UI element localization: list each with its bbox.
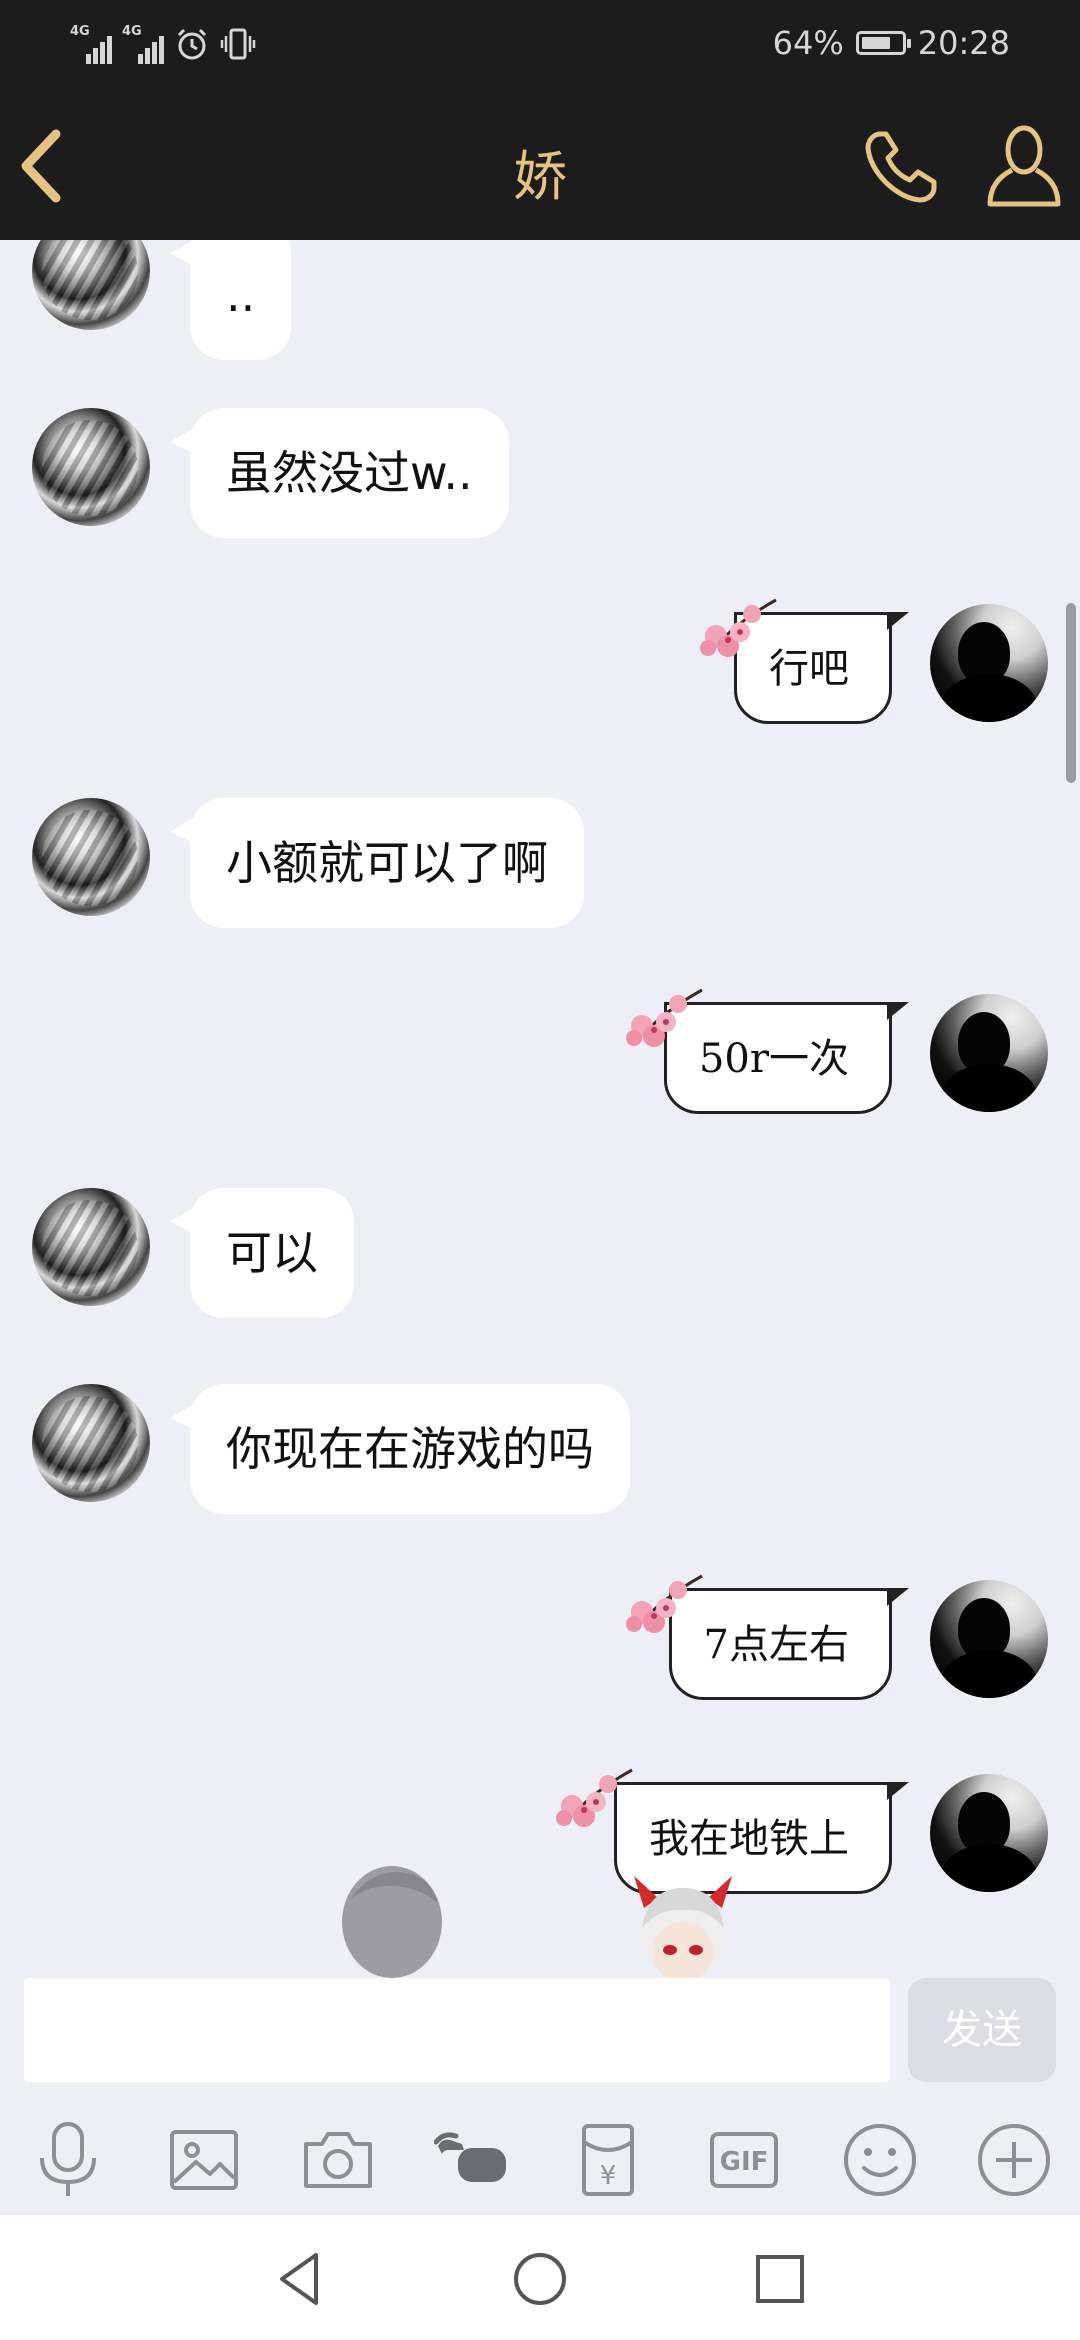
my-avatar[interactable]: [930, 1580, 1048, 1698]
vibrate-icon: [220, 26, 256, 62]
message-input[interactable]: [24, 1978, 890, 2082]
message-text: 可以: [226, 1226, 318, 1280]
gif-icon: GIF: [710, 2132, 778, 2188]
voice-button[interactable]: [28, 2120, 108, 2200]
input-toolbar: ¥ GIF: [0, 2100, 1080, 2215]
network-type-label: 4G: [122, 24, 142, 39]
composer: 发送: [0, 1978, 1080, 2100]
message-bubble-incoming[interactable]: 小额就可以了啊: [190, 798, 584, 928]
send-button[interactable]: 发送: [908, 1978, 1056, 2082]
clock: 20:28: [917, 24, 1010, 62]
contact-avatar[interactable]: [32, 408, 150, 526]
chat-header: 娇: [0, 92, 1080, 240]
triangle-back-icon: [280, 2253, 318, 2305]
message-text: 50r一次: [698, 1036, 849, 1082]
currency-label: ¥: [600, 2161, 617, 2191]
cherry-blossom-icon: [556, 1768, 633, 1827]
my-avatar[interactable]: [930, 994, 1048, 1112]
message-list[interactable]: .. 虽然没过w.. 行吧 小额就可以了啊 50r一次 可以 你现在在游戏的吗 …: [0, 240, 1080, 1978]
nav-home-button[interactable]: [510, 2249, 570, 2309]
message-bubble-incoming[interactable]: 你现在在游戏的吗: [190, 1384, 630, 1514]
battery-icon: [855, 31, 911, 55]
camera-button[interactable]: [298, 2120, 378, 2200]
message-bubble-incoming[interactable]: 虽然没过w..: [190, 408, 509, 538]
camera-icon: [304, 2132, 372, 2188]
my-avatar[interactable]: [930, 604, 1048, 722]
poke-button[interactable]: [434, 2120, 514, 2200]
status-indicators: 4G 4G: [70, 24, 256, 64]
gif-label: GIF: [720, 2147, 769, 2177]
nav-recents-button[interactable]: [750, 2249, 810, 2309]
contact-avatar[interactable]: [32, 240, 150, 330]
cherry-blossom-icon: [700, 598, 777, 657]
red-packet-icon: ¥: [582, 2124, 634, 2196]
message-bubble-incoming[interactable]: ..: [190, 240, 292, 360]
plus-icon: [978, 2124, 1050, 2196]
circle-home-icon: [514, 2253, 566, 2305]
message-text: 虽然没过w..: [226, 446, 473, 500]
message-bubble-incoming[interactable]: 可以: [190, 1188, 354, 1318]
gif-button[interactable]: GIF: [704, 2120, 784, 2200]
poke-hand-icon: [434, 2132, 506, 2182]
phone-icon: [865, 131, 937, 203]
more-button[interactable]: [974, 2120, 1054, 2200]
signal-icon: 4G: [70, 24, 112, 64]
image-icon: [170, 2130, 238, 2190]
my-avatar[interactable]: [930, 1774, 1048, 1892]
profile-button[interactable]: [986, 120, 1062, 210]
microphone-icon: [40, 2122, 96, 2196]
cherry-blossom-icon: [626, 988, 703, 1047]
alarm-icon: [174, 26, 210, 62]
signal-icon: 4G: [122, 24, 164, 64]
message-text: 我在地铁上: [649, 1816, 849, 1862]
red-packet-button[interactable]: ¥: [568, 2120, 648, 2200]
cherry-blossom-icon: [626, 1574, 703, 1633]
contact-avatar[interactable]: [32, 798, 150, 916]
ghost-sticker: [342, 1866, 442, 1978]
message-text: 7点左右: [703, 1622, 849, 1668]
message-text: 你现在在游戏的吗: [226, 1422, 594, 1476]
square-recents-icon: [756, 2255, 804, 2303]
contact-avatar[interactable]: [32, 1384, 150, 1502]
call-button[interactable]: [862, 126, 942, 206]
battery-percent: 64%: [772, 24, 844, 62]
person-icon: [987, 125, 1061, 207]
scrollbar-thumb[interactable]: [1066, 603, 1076, 783]
devil-sticker: [634, 1876, 732, 1978]
message-text: ..: [226, 268, 256, 322]
status-right: 64% 20:28: [773, 24, 1010, 62]
emoji-button[interactable]: [840, 2120, 920, 2200]
contact-avatar[interactable]: [32, 1188, 150, 1306]
status-bar: 4G 4G 64% 20:28: [0, 0, 1080, 92]
nav-back-button[interactable]: [270, 2249, 330, 2309]
emoji-icon: [844, 2124, 916, 2196]
chat-screen: 4G 4G 64% 20:28 娇 .. 虽然没过w.. 行吧 小额就可以了啊 …: [0, 0, 1080, 2340]
message-text: 小额就可以了啊: [226, 836, 548, 890]
system-navigation-bar: [0, 2215, 1080, 2340]
photo-button[interactable]: [164, 2120, 244, 2200]
network-type-label: 4G: [70, 24, 90, 39]
